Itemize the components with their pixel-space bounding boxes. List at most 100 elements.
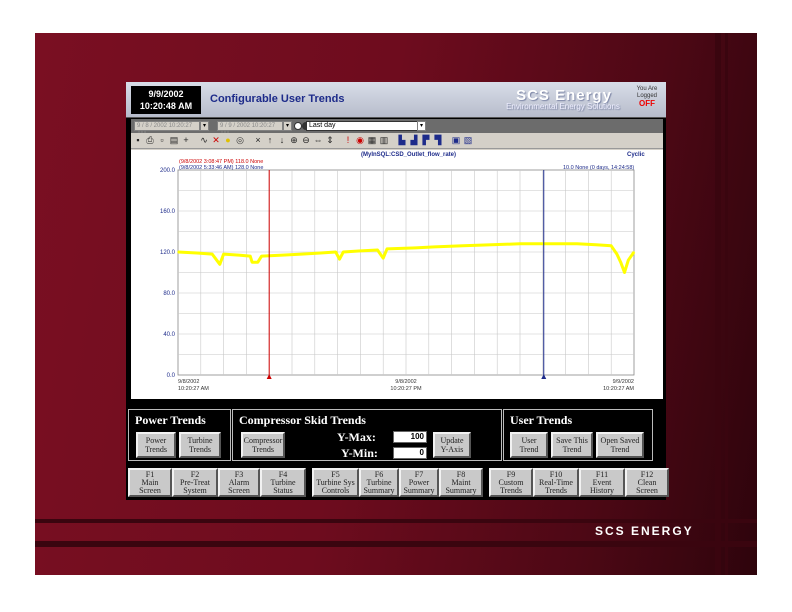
- trend-point: [462, 245, 464, 247]
- trend-point: [334, 251, 337, 253]
- trend-point: [222, 253, 225, 255]
- button-label: Update: [440, 436, 464, 445]
- bar4-icon[interactable]: ▜: [433, 135, 443, 146]
- trend-point: [238, 254, 240, 256]
- y-tick-label: 120.0: [160, 250, 176, 256]
- fkey-f1[interactable]: F1 Main Screen: [128, 468, 172, 497]
- trend-point: [249, 255, 251, 257]
- bar3-icon[interactable]: ▛: [421, 135, 431, 146]
- stop-icon[interactable]: ◉: [355, 135, 365, 146]
- ymin-input[interactable]: 0: [393, 447, 427, 459]
- fkey-f6[interactable]: F6 Turbine Summary: [359, 468, 399, 497]
- fkey-label: Screen: [228, 486, 250, 495]
- scale-icon[interactable]: ▥: [379, 135, 389, 146]
- bar2-icon[interactable]: ▟: [409, 135, 419, 146]
- trend-point: [616, 253, 618, 255]
- paste-icon[interactable]: ▤: [169, 135, 179, 146]
- trend-point: [382, 257, 384, 259]
- panel-title: User Trends: [510, 413, 573, 427]
- fkey-f10[interactable]: F10 Real-Time Trends: [533, 468, 579, 497]
- y-tick-label: 200.0: [160, 168, 176, 174]
- sort-up-icon[interactable]: ↑: [265, 135, 275, 146]
- start-time-field[interactable]: 9 / 8 / 2002 10:20:27 AM: [134, 121, 200, 137]
- chevron-down-icon[interactable]: ▾: [283, 121, 292, 131]
- compressor-trends-button[interactable]: Compressor Trends: [241, 432, 285, 458]
- trend-point: [376, 249, 379, 251]
- time-selector-row: 9 / 8 / 2002 10:20:27 AM ▾ 9 / 9 / 2002 …: [131, 119, 663, 137]
- login-status[interactable]: You Are Logged OFF: [630, 86, 664, 108]
- open-saved-trend-button[interactable]: Open Saved Trend: [596, 432, 644, 458]
- fkey-f4[interactable]: F4 Turbine Status: [260, 468, 306, 497]
- trend-point: [386, 248, 388, 250]
- button-label: Turbine: [187, 436, 213, 445]
- bar1-icon[interactable]: ▙: [397, 135, 407, 146]
- button-label: Trends: [145, 445, 167, 454]
- power-trends-button[interactable]: Power Trends: [136, 432, 176, 458]
- save-icon[interactable]: ▪: [133, 135, 143, 146]
- ymin-label: Y-Min:: [341, 446, 378, 460]
- date-text: 9/9/2002: [148, 89, 184, 99]
- close-icon[interactable]: ×: [253, 135, 263, 146]
- hmi-screen: 9/9/2002 10:20:48 AM Configurable User T…: [126, 82, 669, 500]
- chart-icon[interactable]: ∿: [199, 135, 209, 146]
- fkey-label: Screen: [139, 486, 161, 495]
- button-label: Trend: [610, 445, 630, 454]
- trend-point: [433, 246, 436, 248]
- button-label: Trends: [252, 445, 274, 454]
- zoom-x-icon[interactable]: ⇔: [313, 135, 323, 146]
- end-time-field[interactable]: 9 / 9 / 2002 10:20:27 AM: [217, 121, 283, 137]
- fkey-f9[interactable]: F9 Custom Trends: [489, 468, 533, 497]
- fkey-f5[interactable]: F5 Turbine Sys Controls: [312, 468, 359, 497]
- x-tick-date: 9/8/2002: [395, 379, 416, 385]
- fkey-f3[interactable]: F3 Alarm Screen: [218, 468, 260, 497]
- chevron-down-icon[interactable]: ▾: [200, 121, 209, 131]
- button-label: User: [521, 436, 537, 445]
- trend-point: [490, 244, 493, 246]
- zoom-in-icon[interactable]: ⊕: [289, 135, 299, 146]
- copy-icon[interactable]: ▫: [157, 135, 167, 146]
- fkey-f2[interactable]: F2 Pre-Treat System: [172, 468, 218, 497]
- target-icon[interactable]: ◎: [235, 135, 245, 146]
- radio-custom[interactable]: [294, 122, 302, 130]
- grid-icon[interactable]: ▦: [367, 135, 377, 146]
- button-label: Save This: [556, 436, 588, 445]
- fkey-f12[interactable]: F12 Clean Screen: [625, 468, 669, 497]
- turbine-trends-button[interactable]: Turbine Trends: [179, 432, 221, 458]
- period-select[interactable]: Last day: [306, 121, 426, 131]
- update-yaxis-button[interactable]: Update Y-Axis: [433, 432, 471, 458]
- x-tick-date: 9/8/2002: [178, 379, 199, 385]
- print-icon[interactable]: ⎙: [145, 135, 155, 146]
- alarm-icon[interactable]: !: [343, 135, 353, 146]
- chevron-down-icon[interactable]: ▾: [417, 121, 426, 131]
- decorative-bar: [725, 33, 728, 575]
- save-trend-button[interactable]: Save This Trend: [551, 432, 593, 458]
- fkey-label: Trends: [545, 486, 567, 495]
- x-tick-date: 9/9/2002: [613, 379, 634, 385]
- ymax-label: Y-Max:: [337, 430, 376, 444]
- fkey-f8[interactable]: F8 Maint Summary: [439, 468, 483, 497]
- legend-icon[interactable]: ▣: [451, 135, 461, 146]
- fkey-label: Summary: [445, 486, 477, 495]
- zoom-out-icon[interactable]: ⊖: [301, 135, 311, 146]
- add-pen-icon[interactable]: +: [181, 135, 191, 146]
- button-label: Trend: [519, 445, 539, 454]
- trend-toolbar: ▪ ⎙ ▫ ▤ + ∿ ✕ ● ◎ × ↑ ↓ ⊕ ⊖ ⇔ ⇕! ◉ ▦ ▥ ▙ ▟ ▛ ▜ ▣ ▧: [131, 133, 663, 149]
- fkey-label: System: [183, 486, 207, 495]
- trend-point: [357, 250, 360, 252]
- sort-down-icon[interactable]: ↓: [277, 135, 287, 146]
- trend-plot[interactable]: 200.0160.0120.080.040.00.09/8/200210:20:…: [131, 150, 663, 399]
- export-icon[interactable]: ▧: [463, 135, 473, 146]
- bulb-icon[interactable]: ●: [223, 135, 233, 146]
- user-trend-button[interactable]: User Trend: [510, 432, 548, 458]
- trend-point: [196, 252, 198, 254]
- trend-point: [211, 253, 213, 255]
- ymax-input[interactable]: 100: [393, 431, 427, 443]
- cursor2-readout: (9/8/2002 5:33:46 AM) 128.0 None: [179, 165, 264, 171]
- zoom-y-icon[interactable]: ⇕: [325, 135, 335, 146]
- brand-tagline: Environmental Energy Solutions: [506, 102, 620, 111]
- fkey-f7[interactable]: F7 Power Summary: [399, 468, 439, 497]
- fkey-f11[interactable]: F11 Event History: [579, 468, 625, 497]
- delete-pen-icon[interactable]: ✕: [211, 135, 221, 146]
- trend-point: [177, 251, 179, 253]
- trend-point: [633, 251, 635, 253]
